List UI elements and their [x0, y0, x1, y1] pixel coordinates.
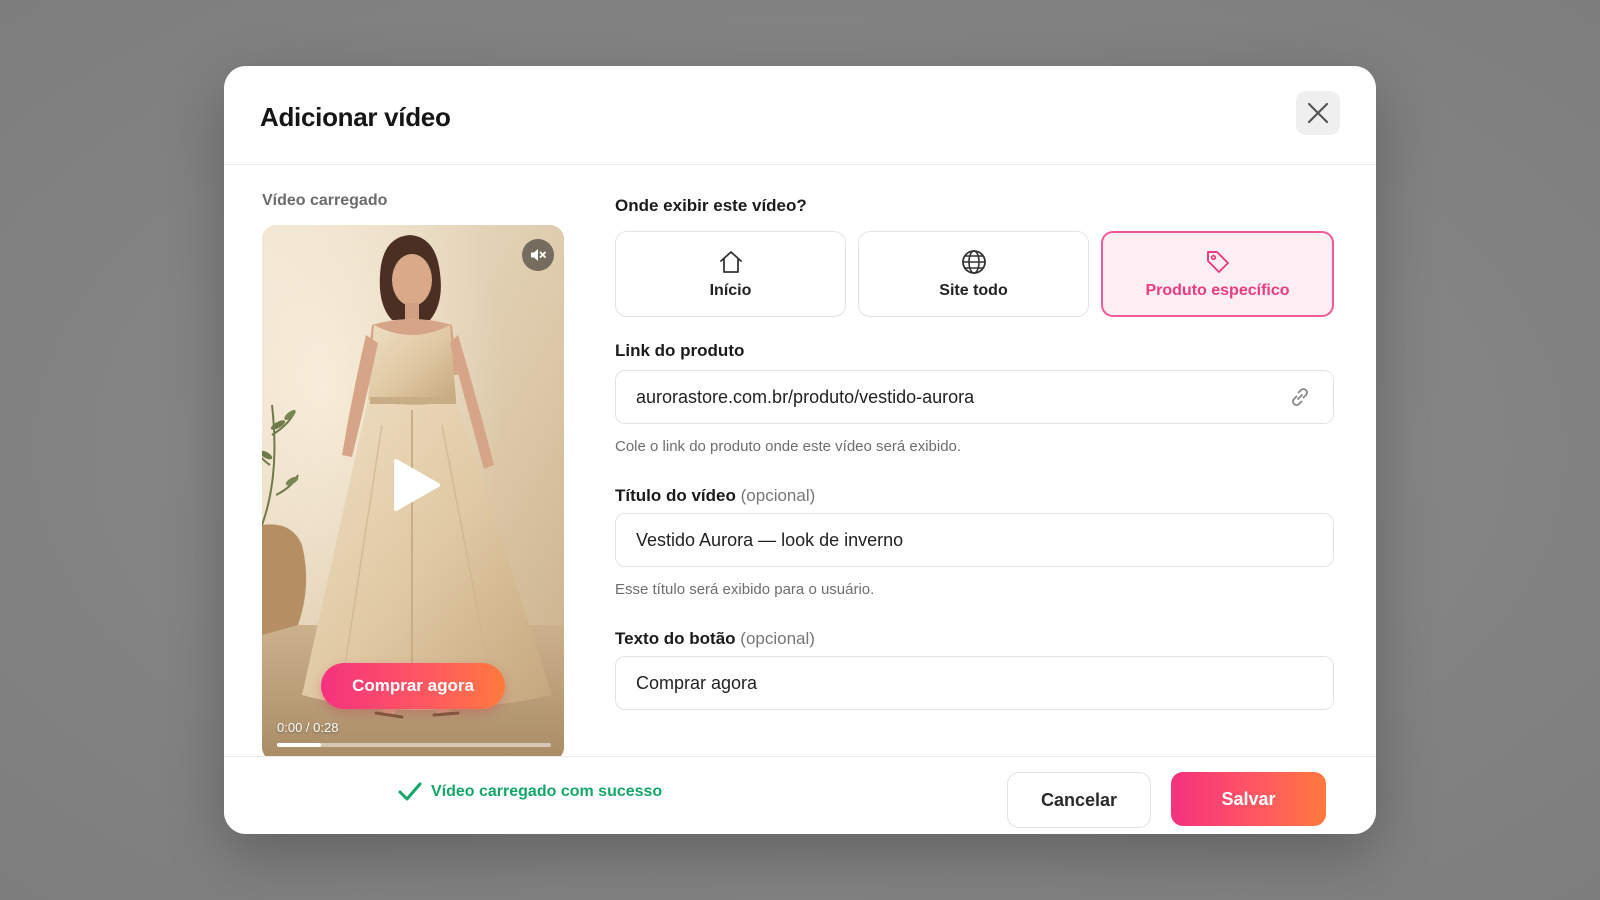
globe-icon — [961, 250, 986, 274]
optional-tag: (opcional) — [740, 629, 815, 648]
video-cta-button[interactable]: Comprar agora — [321, 663, 505, 709]
placement-option-site[interactable]: Site todo — [858, 231, 1089, 317]
home-icon — [719, 251, 742, 273]
modal-header: Adicionar vídeo — [224, 66, 1376, 165]
button-text-input[interactable] — [636, 672, 1313, 694]
upload-success-message: Vídeo carregado com sucesso — [397, 781, 662, 803]
button-text-label-text: Texto do botão — [615, 629, 736, 648]
placement-question: Onde exibir este vídeo? — [615, 196, 807, 215]
check-icon — [398, 782, 422, 801]
volume-mute-icon — [531, 249, 546, 261]
button-text-field[interactable] — [615, 656, 1334, 710]
save-button[interactable]: Salvar — [1171, 772, 1326, 826]
cancel-button[interactable]: Cancelar — [1007, 772, 1151, 828]
modal-footer: Vídeo carregado com sucesso Cancelar Sal… — [224, 756, 1376, 834]
optional-tag: (opcional) — [740, 486, 816, 505]
placement-option-label: Produto específico — [1145, 282, 1290, 299]
video-time: 0:00 / 0:28 — [277, 720, 339, 735]
tag-icon — [1206, 251, 1229, 273]
video-progress-fill — [277, 743, 321, 747]
close-button[interactable] — [1296, 91, 1340, 135]
video-title-label: Título do vídeo (opcional) — [615, 486, 815, 506]
video-preview[interactable]: Comprar agora 0:00 / 0:28 — [262, 225, 564, 761]
modal-title: Adicionar vídeo — [260, 102, 451, 132]
placement-options: Início Site todo Produto específico — [615, 231, 1334, 317]
mute-button[interactable] — [522, 239, 554, 271]
add-video-modal: Adicionar vídeo Vídeo carregado Comprar … — [224, 66, 1376, 834]
button-text-label: Texto do botão (opcional) — [615, 629, 815, 649]
video-progress-bar[interactable] — [277, 743, 551, 747]
video-title-hint: Esse título será exibido para o usuário. — [615, 581, 875, 598]
play-button[interactable] — [392, 457, 442, 513]
uploaded-video-label: Vídeo carregado — [262, 192, 388, 209]
product-link-label: Link do produto — [615, 341, 745, 360]
play-icon — [394, 459, 440, 511]
placement-option-product[interactable]: Produto específico — [1101, 231, 1334, 317]
placement-option-home[interactable]: Início — [615, 231, 846, 317]
close-icon — [1307, 102, 1329, 124]
upload-success-text: Vídeo carregado com sucesso — [431, 783, 663, 800]
product-link-field[interactable] — [615, 370, 1334, 424]
product-link-hint: Cole o link do produto onde este vídeo s… — [615, 438, 962, 455]
link-icon — [1292, 388, 1308, 406]
video-title-label-text: Título do vídeo — [615, 486, 736, 505]
product-link-input[interactable] — [636, 386, 1287, 408]
video-title-input[interactable] — [636, 529, 1313, 551]
placement-option-label: Site todo — [939, 282, 1008, 299]
placement-option-label: Início — [709, 282, 752, 299]
video-title-field[interactable] — [615, 513, 1334, 567]
